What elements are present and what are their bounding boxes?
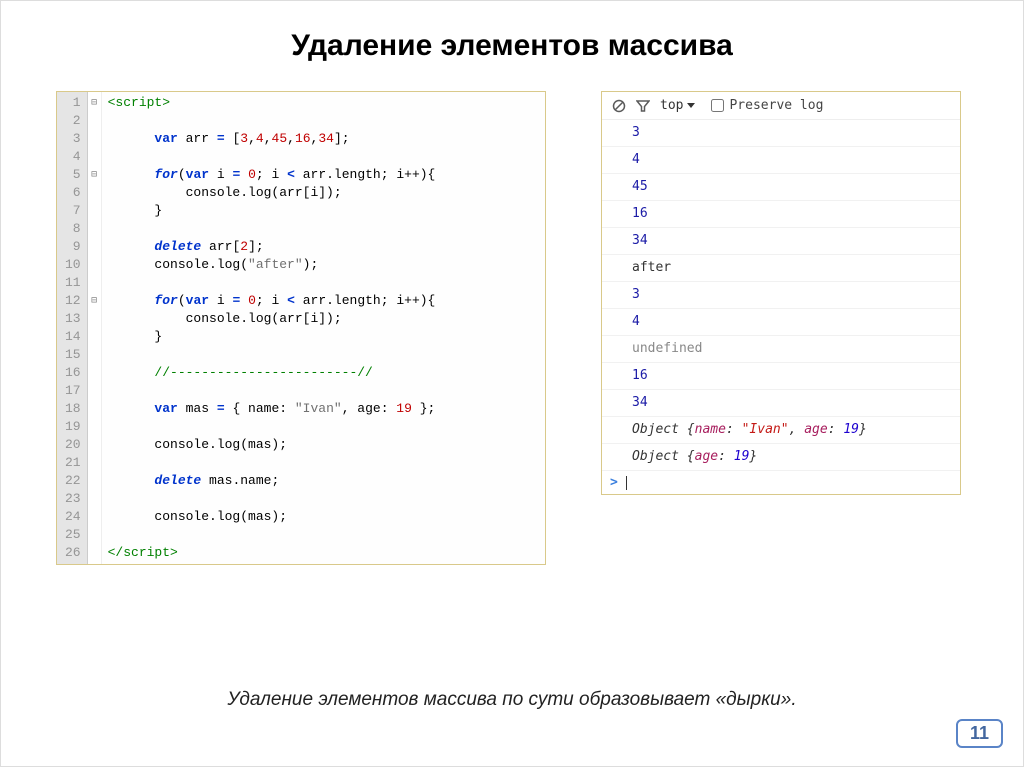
chevron-down-icon xyxy=(687,103,695,108)
console-log-row: 3 xyxy=(602,120,960,147)
console-log-row: after xyxy=(602,255,960,282)
page-title: Удаление элементов массива xyxy=(1,29,1023,63)
preserve-log-label: Preserve log xyxy=(729,98,823,113)
console-toolbar: top Preserve log xyxy=(602,92,960,120)
console-log-row: Object {age: 19} xyxy=(602,444,960,471)
console-log-row: 16 xyxy=(602,201,960,228)
console-log-row: 4 xyxy=(602,309,960,336)
preserve-log-toggle[interactable]: Preserve log xyxy=(711,98,823,113)
line-number-gutter: 1 2 3 4 5 6 7 8 9 10 11 12 13 14 15 16 1… xyxy=(57,92,88,564)
console-log-row: 16 xyxy=(602,363,960,390)
clear-console-icon[interactable] xyxy=(612,99,626,113)
prompt-cursor xyxy=(626,476,627,490)
console-log-row: 4 xyxy=(602,147,960,174)
filter-icon[interactable] xyxy=(636,99,650,113)
console-log-row: 3 xyxy=(602,282,960,309)
console-log-row: 34 xyxy=(602,228,960,255)
console-log-row: Object {name: "Ivan", age: 19} xyxy=(602,417,960,444)
page-number-badge: 11 xyxy=(956,719,1003,748)
main-content: 1 2 3 4 5 6 7 8 9 10 11 12 13 14 15 16 1… xyxy=(1,63,1023,565)
code-area[interactable]: <script> var arr = [3,4,45,16,34]; for(v… xyxy=(102,92,545,564)
console-log-row: 45 xyxy=(602,174,960,201)
fold-column: ⊟ ⊟ ⊟ xyxy=(88,92,102,564)
code-editor: 1 2 3 4 5 6 7 8 9 10 11 12 13 14 15 16 1… xyxy=(56,91,546,565)
frame-selector-label: top xyxy=(660,98,683,113)
console-log-list: 34451634after34undefined1634Object {name… xyxy=(602,120,960,471)
footer-caption: Удаление элементов массива по сути образ… xyxy=(1,689,1023,711)
preserve-log-checkbox[interactable] xyxy=(711,99,724,112)
console-prompt[interactable]: > xyxy=(602,471,960,494)
devtools-console: top Preserve log 34451634after34undefine… xyxy=(601,91,961,495)
console-log-row: undefined xyxy=(602,336,960,363)
frame-selector[interactable]: top xyxy=(660,98,695,113)
console-log-row: 34 xyxy=(602,390,960,417)
prompt-chevron-icon: > xyxy=(610,475,618,490)
